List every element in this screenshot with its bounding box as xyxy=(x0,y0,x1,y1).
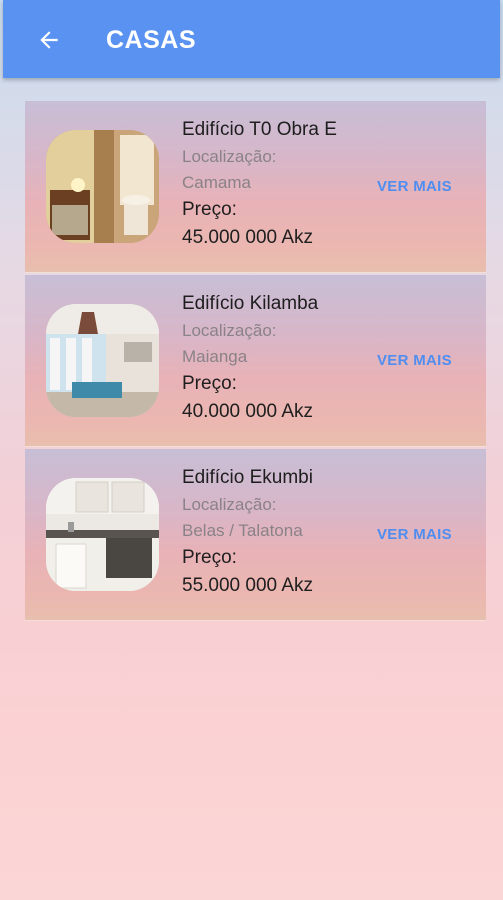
location-value: Maianga xyxy=(182,347,248,366)
ver-mais-button[interactable]: VER MAIS xyxy=(377,351,452,371)
listing-photo-living-room xyxy=(46,304,159,417)
listing-info: Edifício Ekumbi Localização: Belas / Tal… xyxy=(182,463,357,600)
listing-card[interactable]: Edifício T0 Obra E Localização: Camama P… xyxy=(25,101,486,273)
price-value: 55.000 000 Akz xyxy=(182,575,313,596)
page-title: CASAS xyxy=(106,26,197,54)
listing-info: Edifício Kilamba Localização: Maianga Pr… xyxy=(182,289,357,426)
location-label: Localização: xyxy=(182,147,277,166)
listing-card[interactable]: Edifício Kilamba Localização: Maianga Pr… xyxy=(25,275,486,447)
location-label: Localização: xyxy=(182,495,277,514)
price-value: 40.000 000 Akz xyxy=(182,401,313,422)
price-label: Preço: xyxy=(182,373,237,394)
ver-mais-button[interactable]: VER MAIS xyxy=(377,177,452,197)
location-value: Belas / Talatona xyxy=(182,521,303,540)
back-button[interactable] xyxy=(33,24,65,56)
arrow-left-icon xyxy=(40,31,58,49)
ver-mais-button[interactable]: VER MAIS xyxy=(377,525,452,545)
listing-name: Edifício Kilamba xyxy=(182,293,319,314)
listing-list: Edifício T0 Obra E Localização: Camama P… xyxy=(25,101,486,623)
price-label: Preço: xyxy=(182,547,237,568)
listing-name: Edifício T0 Obra E xyxy=(182,119,337,140)
location-label: Localização: xyxy=(182,321,277,340)
listing-photo-kitchen xyxy=(46,478,159,591)
listing-name: Edifício Ekumbi xyxy=(182,467,313,488)
price-value: 45.000 000 Akz xyxy=(182,227,313,248)
listing-card[interactable]: Edifício Ekumbi Localização: Belas / Tal… xyxy=(25,449,486,621)
app-bar: CASAS xyxy=(3,0,500,78)
listing-photo-bedroom xyxy=(46,130,159,243)
listing-info: Edifício T0 Obra E Localização: Camama P… xyxy=(182,115,357,252)
price-label: Preço: xyxy=(182,199,237,220)
location-value: Camama xyxy=(182,173,251,192)
